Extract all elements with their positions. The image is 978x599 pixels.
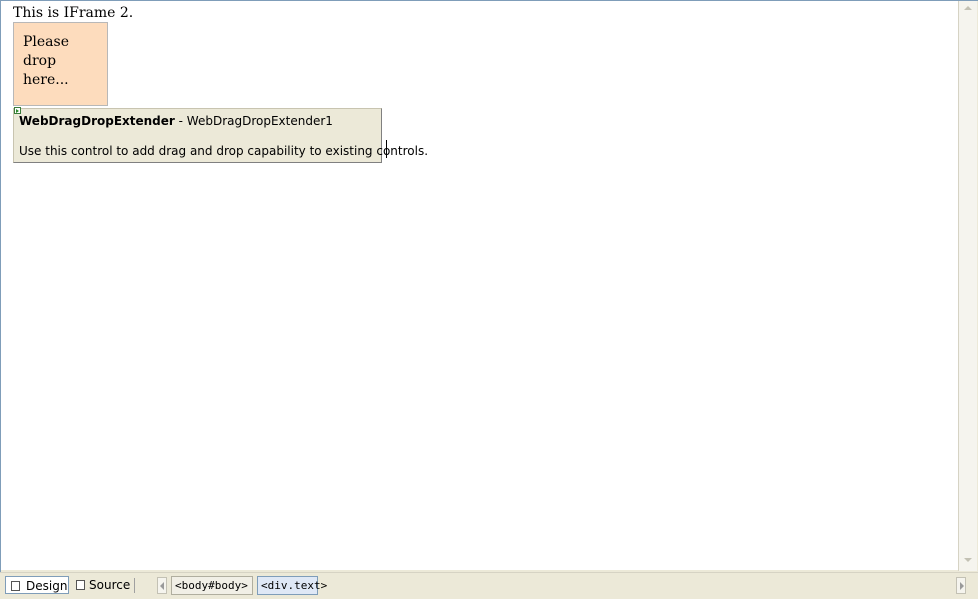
extender-instance-name: WebDragDropExtender1 xyxy=(186,114,333,128)
tab-source[interactable]: Source xyxy=(72,576,131,594)
extender-component[interactable]: WebDragDropExtender - WebDragDropExtende… xyxy=(13,108,428,163)
intro-text: This is IFrame 2. xyxy=(13,5,134,21)
tab-design[interactable]: Design xyxy=(5,576,69,594)
tab-separator xyxy=(134,578,135,593)
scroll-up-button[interactable] xyxy=(959,1,977,17)
tab-design-label: Design xyxy=(26,579,68,593)
tab-source-label: Source xyxy=(89,578,131,592)
extender-type: WebDragDropExtender xyxy=(19,114,175,128)
text-caret xyxy=(386,140,387,158)
extender-separator: - xyxy=(174,114,187,128)
arrow-down-icon xyxy=(964,558,972,562)
arrow-up-icon xyxy=(964,6,972,10)
extender-description: Use this control to add drag and drop ca… xyxy=(19,144,429,158)
breadcrumb-scroll-left-button[interactable] xyxy=(157,577,167,594)
breadcrumb-body[interactable]: <body#body> xyxy=(171,576,253,595)
design-surface[interactable]: This is IFrame 2. Please drop here... We… xyxy=(0,0,958,570)
source-view-icon xyxy=(76,580,85,590)
scroll-down-button[interactable] xyxy=(959,553,977,569)
extender-glyph-icon[interactable] xyxy=(14,107,21,114)
extender-title: WebDragDropExtender - WebDragDropExtende… xyxy=(19,114,333,128)
view-bar: Design Source <body#body> <div.text> xyxy=(0,572,978,599)
breadcrumb-div-text[interactable]: <div.text> xyxy=(257,576,327,595)
breadcrumb-scroll-right-button[interactable] xyxy=(956,577,966,594)
design-view-icon xyxy=(11,581,20,591)
drop-zone[interactable]: Please drop here... xyxy=(13,22,108,106)
vertical-scrollbar[interactable] xyxy=(958,1,977,571)
drop-zone-text: Please drop here... xyxy=(23,34,69,88)
